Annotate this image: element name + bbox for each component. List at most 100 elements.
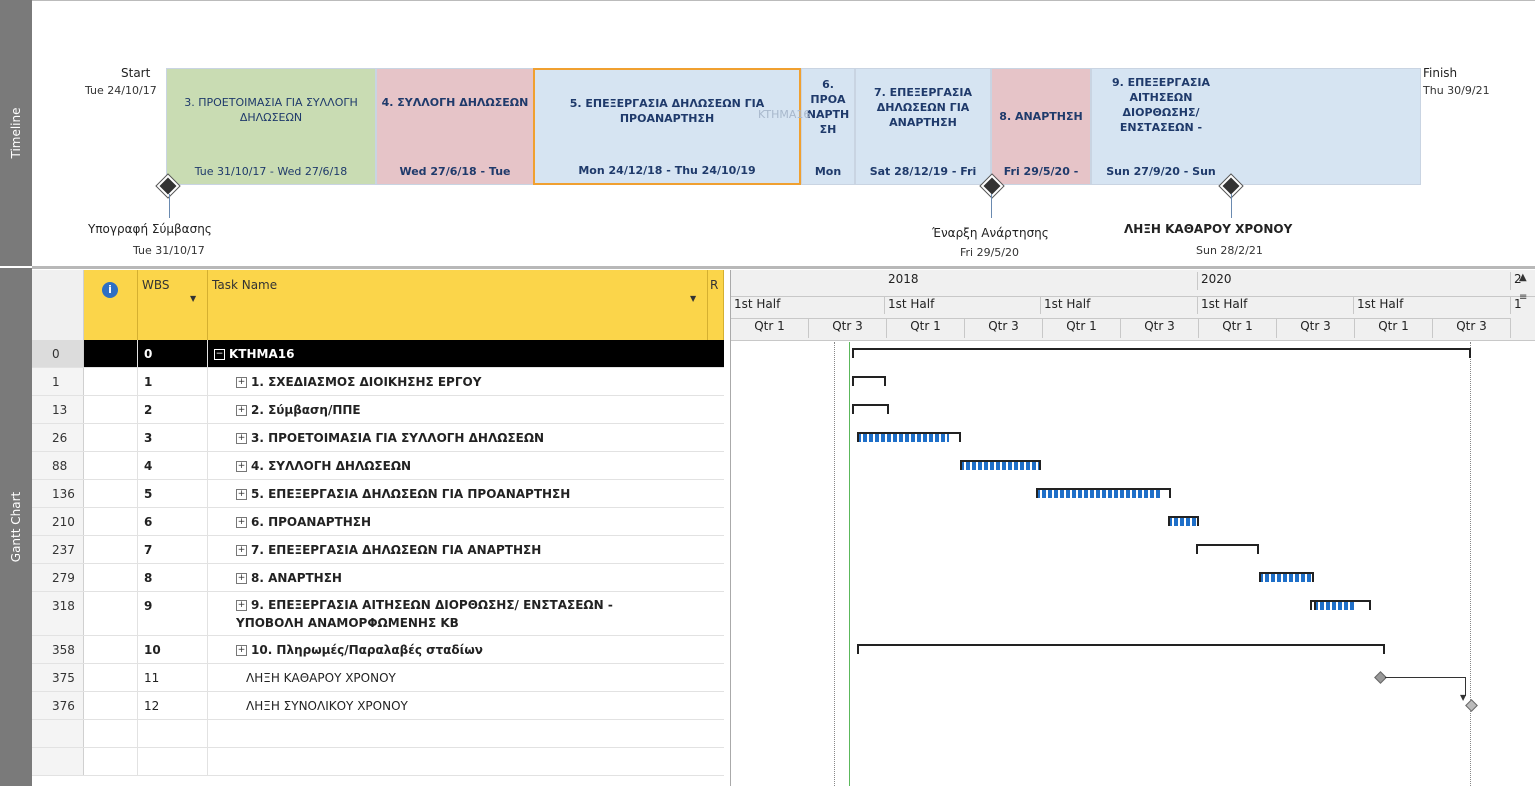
header-wbs[interactable]: WBS ▼ bbox=[138, 270, 208, 340]
summary-bar[interactable] bbox=[852, 404, 889, 414]
task-grid[interactable]: i WBS ▼ Task Name ▼ R 0 0− ΚΤΗΜΑ16 1 1 +1. ΣΧ… bbox=[32, 270, 724, 786]
timeline-bar-3[interactable]: 3. ΠΡΟΕΤΟΙΜΑΣΙΑ ΓΙΑ ΣΥΛΛΟΓΗ ΔΗΛΩΣΕΩΝ Tue… bbox=[166, 68, 376, 185]
expand-icon[interactable]: + bbox=[236, 600, 247, 611]
panel-divider[interactable] bbox=[32, 266, 1535, 269]
row-task-name[interactable]: +7. ΕΠΕΞΕΡΓΑΣΙΑ ΔΗΛΩΣΕΩΝ ΓΙΑ ΑΝΑΡΤΗΣΗ bbox=[208, 536, 708, 563]
header-task-name[interactable]: Task Name ▼ bbox=[208, 270, 708, 340]
row-task-name[interactable]: +1. ΣΧΕΔΙΑΣΜΟΣ ΔΙΟΙΚΗΣΗΣ ΕΡΓΟΥ bbox=[208, 368, 708, 395]
expand-icon[interactable]: + bbox=[236, 433, 247, 444]
summary-bar[interactable] bbox=[852, 348, 1471, 358]
table-row[interactable]: 136 5 +5. ΕΠΕΞΕΡΓΑΣΙΑ ΔΗΛΩΣΕΩΝ ΓΙΑ ΠΡΟΑΝΑΡ… bbox=[32, 480, 724, 508]
column-menu-icon[interactable]: ≡ bbox=[1519, 292, 1527, 303]
expand-icon[interactable]: + bbox=[236, 545, 247, 556]
row-wbs[interactable]: 7 bbox=[138, 536, 208, 563]
row-id[interactable]: 279 bbox=[32, 564, 84, 591]
table-row[interactable]: 358 10 +10. Πληρωμές/Παραλαβές σταδίων bbox=[32, 636, 724, 664]
empty-row[interactable] bbox=[32, 720, 724, 748]
summary-outline bbox=[960, 460, 1041, 470]
row-wbs[interactable]: 0 bbox=[138, 340, 208, 367]
table-row[interactable]: 237 7 +7. ΕΠΕΞΕΡΓΑΣΙΑ ΔΗΛΩΣΕΩΝ ΓΙΑ ΑΝΑΡΤΗΣ… bbox=[32, 536, 724, 564]
row-task-name[interactable]: +9. ΕΠΕΞΕΡΓΑΣΙΑ ΑΙΤΗΣΕΩΝ ΔΙΟΡΘΩΣΗΣ/ ΕΝΣΤ… bbox=[208, 592, 708, 635]
row-task-name[interactable]: +8. ΑΝΑΡΤΗΣΗ bbox=[208, 564, 708, 591]
row-wbs[interactable]: 11 bbox=[138, 664, 208, 691]
row-wbs[interactable]: 9 bbox=[138, 592, 208, 635]
table-row[interactable]: 13 2 +2. Σύμβαση/ΠΠΕ bbox=[32, 396, 724, 424]
gantt-chart[interactable]: 2018 2020 2 1st Half 1st Half 1st Half 1st … bbox=[730, 270, 1535, 786]
task-progress-bar[interactable] bbox=[1036, 490, 1161, 498]
row-id[interactable]: 210 bbox=[32, 508, 84, 535]
timeline-bar-6[interactable]: 6. ΠΡΟΑ ΝΑΡΤΗ ΣΗ Mon bbox=[801, 68, 855, 185]
expand-icon[interactable]: + bbox=[236, 573, 247, 584]
table-row[interactable]: 210 6 +6. ΠΡΟΑΝΑΡΤΗΣΗ bbox=[32, 508, 724, 536]
summary-bar[interactable] bbox=[1196, 544, 1259, 554]
row-task-name[interactable]: +5. ΕΠΕΞΕΡΓΑΣΙΑ ΔΗΛΩΣΕΩΝ ΓΙΑ ΠΡΟΑΝΑΡΤΗΣΗ bbox=[208, 480, 708, 507]
expand-icon[interactable]: + bbox=[236, 461, 247, 472]
row-id[interactable]: 88 bbox=[32, 452, 84, 479]
table-row[interactable]: 376 12 ΛΗΞΗ ΣΥΝΟΛΙΚΟΥ ΧΡΟΝΟΥ bbox=[32, 692, 724, 720]
summary-bar[interactable] bbox=[852, 376, 886, 386]
table-row[interactable]: 375 11 ΛΗΞΗ ΚΑΘΑΡΟΥ ΧΡΟΝΟΥ bbox=[32, 664, 724, 692]
milestone-1-name: Υπογραφή Σύμβασης bbox=[88, 222, 212, 236]
row-wbs[interactable]: 3 bbox=[138, 424, 208, 451]
row-id[interactable]: 375 bbox=[32, 664, 84, 691]
row-task-name[interactable]: ΛΗΞΗ ΚΑΘΑΡΟΥ ΧΡΟΝΟΥ bbox=[208, 664, 708, 691]
row-info bbox=[84, 664, 138, 691]
row-id[interactable]: 136 bbox=[32, 480, 84, 507]
row-wbs[interactable]: 10 bbox=[138, 636, 208, 663]
header-r[interactable]: R bbox=[708, 270, 724, 340]
expand-icon[interactable]: + bbox=[236, 517, 247, 528]
summary-bar[interactable] bbox=[857, 644, 1385, 654]
gantt-quarter: Qtr 3 bbox=[1433, 318, 1511, 338]
expand-icon[interactable]: + bbox=[236, 645, 247, 656]
task-progress-bar[interactable] bbox=[1314, 602, 1354, 610]
expand-icon[interactable]: + bbox=[236, 377, 247, 388]
table-row[interactable]: 88 4 +4. ΣΥΛΛΟΓΗ ΔΗΛΩΣΕΩΝ bbox=[32, 452, 724, 480]
empty-row[interactable] bbox=[32, 748, 724, 776]
dropdown-arrow-icon[interactable]: ▼ bbox=[190, 294, 196, 303]
timeline-bar-4[interactable]: 4. ΣΥΛΛΟΓΗ ΔΗΛΩΣΕΩΝ Wed 27/6/18 - Tue bbox=[376, 68, 534, 185]
timeline-bar-9[interactable]: 9. ΕΠΕΞΕΡΓΑΣΙΑ ΑΙΤΗΣΕΩΝ ΔΙΟΡΘΩΣΗΣ/ ΕΝΣΤΑ… bbox=[1091, 68, 1421, 185]
collapse-icon[interactable]: − bbox=[214, 349, 225, 360]
row-wbs[interactable]: 2 bbox=[138, 396, 208, 423]
timeline-bar-5[interactable]: 5. ΕΠΕΞΕΡΓΑΣΙΑ ΔΗΛΩΣΕΩΝ ΓΙΑ ΠΡΟΑΝΑΡΤΗΣΗ … bbox=[533, 68, 801, 185]
row-id[interactable]: 1 bbox=[32, 368, 84, 395]
header-rownum[interactable] bbox=[32, 270, 84, 340]
dropdown-arrow-icon[interactable]: ▼ bbox=[690, 294, 696, 303]
row-task-name[interactable]: +6. ΠΡΟΑΝΑΡΤΗΣΗ bbox=[208, 508, 708, 535]
task-progress-bar[interactable] bbox=[1259, 574, 1314, 582]
row-wbs[interactable]: 6 bbox=[138, 508, 208, 535]
row-id[interactable]: 26 bbox=[32, 424, 84, 451]
row-task-name[interactable]: − ΚΤΗΜΑ16 bbox=[208, 340, 708, 367]
table-row[interactable]: 26 3 +3. ΠΡΟΕΤΟΙΜΑΣΙΑ ΓΙΑ ΣΥΛΛΟΓΗ ΔΗΛΩΣΕΩΝ bbox=[32, 424, 724, 452]
expand-icon[interactable]: + bbox=[236, 405, 247, 416]
row-id[interactable]: 0 bbox=[32, 340, 84, 367]
table-row[interactable]: 1 1 +1. ΣΧΕΔΙΑΣΜΟΣ ΔΙΟΙΚΗΣΗΣ ΕΡΓΟΥ bbox=[32, 368, 724, 396]
row-task-name[interactable]: +2. Σύμβαση/ΠΠΕ bbox=[208, 396, 708, 423]
timeline-bar-8[interactable]: 8. ΑΝΑΡΤΗΣΗ Fri 29/5/20 - bbox=[991, 68, 1091, 185]
milestone-diamond-icon[interactable] bbox=[1465, 699, 1478, 712]
row-id[interactable]: 13 bbox=[32, 396, 84, 423]
table-row[interactable]: 318 9 +9. ΕΠΕΞΕΡΓΑΣΙΑ ΑΙΤΗΣΕΩΝ ΔΙΟΡΘΩΣΗΣ/ … bbox=[32, 592, 724, 636]
timeline-bar-7[interactable]: 7. ΕΠΕΞΕΡΓΑΣΙΑ ΔΗΛΩΣΕΩΝ ΓΙΑ ΑΝΑΡΤΗΣΗ Sat… bbox=[855, 68, 991, 185]
table-row[interactable]: 0 0− ΚΤΗΜΑ16 bbox=[32, 340, 724, 368]
task-progress-bar[interactable] bbox=[857, 434, 949, 442]
row-id[interactable]: 318 bbox=[32, 592, 84, 635]
task-progress-bar[interactable] bbox=[960, 462, 1041, 470]
header-info[interactable]: i bbox=[84, 270, 138, 340]
expand-icon[interactable]: + bbox=[236, 489, 247, 500]
row-id[interactable]: 237 bbox=[32, 536, 84, 563]
row-wbs[interactable]: 5 bbox=[138, 480, 208, 507]
table-row[interactable]: 279 8 +8. ΑΝΑΡΤΗΣΗ bbox=[32, 564, 724, 592]
row-task-name[interactable]: +4. ΣΥΛΛΟΓΗ ΔΗΛΩΣΕΩΝ bbox=[208, 452, 708, 479]
row-wbs[interactable]: 4 bbox=[138, 452, 208, 479]
row-wbs[interactable]: 12 bbox=[138, 692, 208, 719]
row-id[interactable]: 376 bbox=[32, 692, 84, 719]
row-id[interactable]: 358 bbox=[32, 636, 84, 663]
row-wbs[interactable]: 1 bbox=[138, 368, 208, 395]
row-task-name[interactable]: +10. Πληρωμές/Παραλαβές σταδίων bbox=[208, 636, 708, 663]
scroll-up-icon[interactable]: ▲ bbox=[1519, 272, 1527, 283]
row-task-name[interactable]: +3. ΠΡΟΕΤΟΙΜΑΣΙΑ ΓΙΑ ΣΥΛΛΟΓΗ ΔΗΛΩΣΕΩΝ bbox=[208, 424, 708, 451]
row-wbs[interactable]: 8 bbox=[138, 564, 208, 591]
row-task-name[interactable]: ΛΗΞΗ ΣΥΝΟΛΙΚΟΥ ΧΡΟΝΟΥ bbox=[208, 692, 708, 719]
task-progress-bar[interactable] bbox=[1168, 518, 1199, 526]
